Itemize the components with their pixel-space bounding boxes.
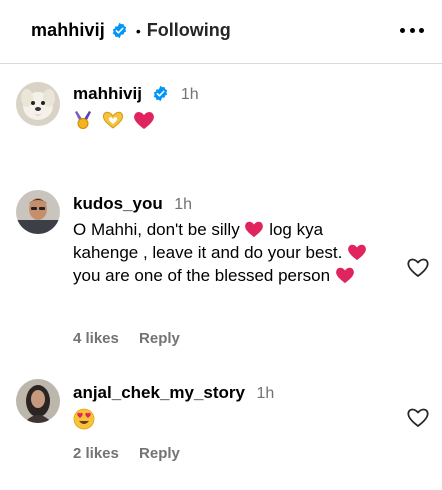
likes-count[interactable]: 2 likes bbox=[73, 445, 119, 462]
verified-badge-icon bbox=[112, 22, 126, 39]
avatar[interactable] bbox=[16, 82, 60, 126]
verified-badge-icon bbox=[154, 85, 168, 102]
avatar[interactable] bbox=[16, 379, 60, 423]
comment-meta: 4 likes Reply bbox=[73, 330, 196, 347]
comment-time: 1h bbox=[256, 385, 275, 402]
red-heart-icon bbox=[134, 112, 154, 129]
comment-meta: 2 likes Reply bbox=[73, 445, 196, 462]
comment-item: kudos_you 1h O Mahhi, don't be silly log… bbox=[0, 190, 442, 355]
post-header: mahhivij • Following bbox=[0, 0, 442, 64]
avatar[interactable] bbox=[16, 190, 60, 234]
comment-time: 1h bbox=[174, 196, 192, 213]
separator-dot: • bbox=[135, 22, 141, 39]
red-heart-icon bbox=[335, 267, 354, 284]
header-user: mahhivij • Following bbox=[31, 20, 231, 41]
more-options-icon[interactable] bbox=[400, 20, 424, 40]
comment-item: anjal_chek_my_story 1h 2 likes Reply bbox=[0, 377, 442, 477]
heart-hands-icon bbox=[102, 111, 124, 129]
comment-content: anjal_chek_my_story 1h bbox=[73, 383, 392, 435]
heart-outline-icon[interactable] bbox=[406, 256, 430, 278]
reply-button[interactable]: Reply bbox=[139, 330, 180, 347]
red-heart-icon bbox=[245, 221, 264, 238]
comment-text: O Mahhi, don't be silly log kya kahenge … bbox=[73, 218, 392, 287]
comment-username[interactable]: anjal_chek_my_story bbox=[73, 383, 245, 402]
heart-eyes-icon bbox=[73, 408, 95, 430]
caption-content: mahhivij 1h bbox=[73, 84, 392, 130]
caption-username[interactable]: mahhivij bbox=[73, 84, 142, 103]
medal-icon bbox=[75, 111, 91, 129]
header-username[interactable]: mahhivij bbox=[31, 20, 105, 41]
caption-row: mahhivij 1h bbox=[0, 80, 442, 150]
likes-count[interactable]: 4 likes bbox=[73, 330, 119, 347]
red-heart-icon bbox=[348, 244, 366, 261]
following-button[interactable]: Following bbox=[147, 20, 231, 41]
comment-username[interactable]: kudos_you bbox=[73, 194, 163, 213]
reply-button[interactable]: Reply bbox=[139, 445, 180, 462]
caption-emojis bbox=[73, 110, 392, 130]
comment-content: kudos_you 1h O Mahhi, don't be silly log… bbox=[73, 194, 392, 287]
heart-outline-icon[interactable] bbox=[406, 406, 430, 428]
caption-time: 1h bbox=[180, 86, 199, 103]
